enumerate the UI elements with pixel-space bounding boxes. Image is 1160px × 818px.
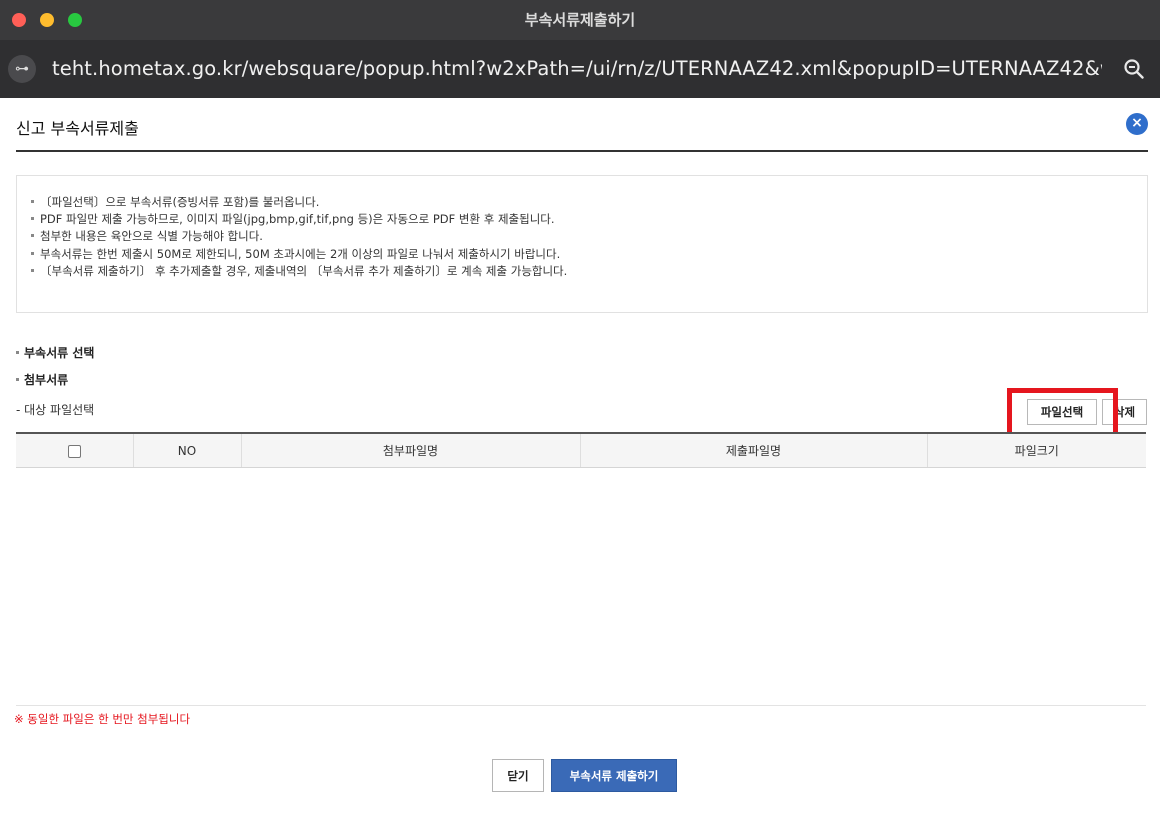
site-settings-icon[interactable]: ⊶ xyxy=(8,55,36,83)
notice-item: 첨부한 내용은 육안으로 식별 가능해야 합니다. xyxy=(31,228,567,245)
section-attach-label: 첨부서류 xyxy=(16,371,68,388)
file-select-button[interactable]: 파일선택 xyxy=(1027,399,1097,425)
column-header-no: NO xyxy=(133,433,242,468)
delete-button[interactable]: 삭제 xyxy=(1102,399,1147,425)
notice-item: PDF 파일만 제출 가능하므로, 이미지 파일(jpg,bmp,gif,tif… xyxy=(31,211,567,228)
file-table: NO 첨부파일명 제출파일명 파일크기 xyxy=(16,432,1146,468)
window-titlebar: 부속서류제출하기 xyxy=(0,0,1160,40)
url-text[interactable]: teht.hometax.go.kr/websquare/popup.html?… xyxy=(52,40,1102,98)
section-select-label: 부속서류 선택 xyxy=(16,344,94,361)
select-all-header xyxy=(16,433,134,468)
close-button[interactable]: 닫기 xyxy=(492,759,544,792)
table-header-row: NO 첨부파일명 제출파일명 파일크기 xyxy=(16,433,1146,468)
notice-item: 〔파일선택〕으로 부속서류(증빙서류 포함)를 불러옵니다. xyxy=(31,194,567,211)
select-all-checkbox[interactable] xyxy=(67,444,81,458)
notice-list: 〔파일선택〕으로 부속서류(증빙서류 포함)를 불러옵니다. PDF 파일만 제… xyxy=(31,194,567,280)
notice-item: 〔부속서류 제출하기〕 후 추가제출할 경우, 제출내역의 〔부속서류 추가 제… xyxy=(31,263,567,280)
divider xyxy=(16,705,1146,706)
popup-title: 신고 부속서류제출 xyxy=(16,119,139,138)
popup-header: 신고 부속서류제출 × xyxy=(16,98,1148,152)
notice-item: 부속서류는 한번 제출시 50M로 제한되니, 50M 초과시에는 2개 이상의… xyxy=(31,246,567,263)
address-bar: ⊶ teht.hometax.go.kr/websquare/popup.htm… xyxy=(0,40,1160,98)
column-header-submit-filename: 제출파일명 xyxy=(580,433,928,468)
column-header-attached-filename: 첨부파일명 xyxy=(241,433,581,468)
close-popup-button[interactable]: × xyxy=(1126,113,1148,135)
target-file-select-label: - 대상 파일선택 xyxy=(16,403,95,417)
zoom-magnifier-icon[interactable] xyxy=(1122,57,1146,81)
submit-attachments-button[interactable]: 부속서류 제출하기 xyxy=(551,759,677,792)
column-header-file-size: 파일크기 xyxy=(927,433,1146,468)
duplicate-file-warning: ※ 동일한 파일은 한 번만 첨부됩니다 xyxy=(14,712,191,726)
notice-box: 〔파일선택〕으로 부속서류(증빙서류 포함)를 불러옵니다. PDF 파일만 제… xyxy=(16,175,1148,313)
window-title: 부속서류제출하기 xyxy=(524,11,636,29)
